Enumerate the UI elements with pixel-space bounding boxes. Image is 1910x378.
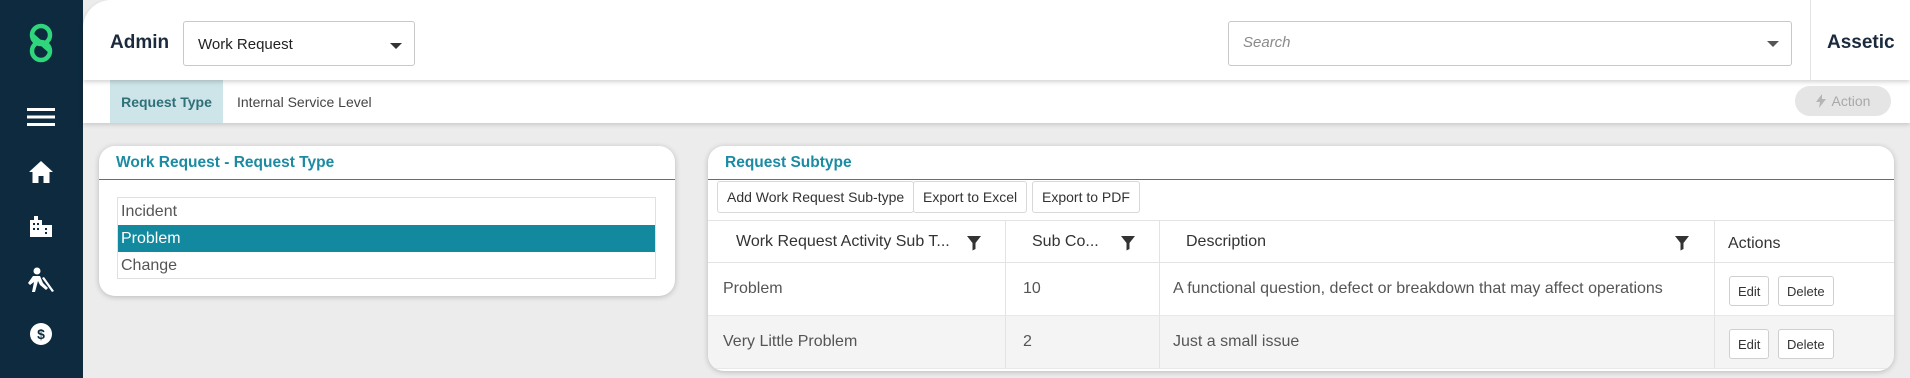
action-button[interactable]: Action bbox=[1795, 86, 1891, 116]
page-title: Admin bbox=[110, 32, 170, 53]
column-divider bbox=[1005, 221, 1006, 262]
export-pdf-button[interactable]: Export to PDF bbox=[1032, 181, 1140, 213]
filter-icon[interactable] bbox=[966, 235, 982, 251]
buildings-icon[interactable] bbox=[22, 207, 60, 245]
request-type-list: Incident Problem Change bbox=[117, 197, 656, 279]
header-divider bbox=[1810, 0, 1811, 80]
add-subtype-button[interactable]: Add Work Request Sub-type bbox=[717, 181, 915, 213]
column-divider bbox=[1714, 316, 1715, 368]
top-header: Admin Work Request Assetic bbox=[83, 0, 1910, 80]
column-divider bbox=[1005, 316, 1006, 368]
search-box[interactable] bbox=[1228, 21, 1792, 66]
lightning-icon bbox=[1815, 94, 1826, 108]
column-header-subcode[interactable]: Sub Co... bbox=[1032, 221, 1099, 262]
column-divider bbox=[1159, 316, 1160, 368]
column-header-subtype[interactable]: Work Request Activity Sub T... bbox=[736, 221, 950, 262]
assetic-logo-icon[interactable] bbox=[22, 23, 60, 63]
cell-subcode: 10 bbox=[1023, 280, 1041, 297]
action-label: Action bbox=[1831, 93, 1871, 109]
table-row[interactable]: Very Little Problem 2 Just a small issue… bbox=[708, 316, 1894, 369]
edit-button[interactable]: Edit bbox=[1729, 329, 1770, 359]
list-item-problem[interactable]: Problem bbox=[118, 225, 655, 252]
cell-subtype: Very Little Problem bbox=[723, 333, 858, 350]
delete-button[interactable]: Delete bbox=[1778, 276, 1834, 306]
panel-divider bbox=[708, 179, 1894, 180]
column-divider bbox=[1714, 263, 1715, 315]
cell-subtype: Problem bbox=[723, 280, 783, 297]
panel-title: Work Request - Request Type bbox=[116, 154, 335, 171]
column-divider bbox=[1159, 221, 1160, 262]
svg-text:$: $ bbox=[37, 326, 45, 342]
grid-header: Work Request Activity Sub T... Sub Co...… bbox=[708, 220, 1894, 263]
tab-request-type[interactable]: Request Type bbox=[110, 80, 223, 123]
request-subtype-panel: Request Subtype Add Work Request Sub-typ… bbox=[708, 146, 1894, 371]
panel-divider bbox=[99, 179, 675, 180]
request-type-panel: Work Request - Request Type Incident Pro… bbox=[99, 146, 675, 296]
panel-title: Request Subtype bbox=[725, 154, 852, 171]
filter-icon[interactable] bbox=[1120, 235, 1136, 251]
column-divider bbox=[1159, 263, 1160, 315]
cell-description: Just a small issue bbox=[1173, 333, 1300, 350]
column-divider bbox=[1714, 221, 1715, 262]
chevron-down-icon bbox=[390, 43, 402, 49]
table-row[interactable]: Problem 10 A functional question, defect… bbox=[708, 263, 1894, 316]
column-divider bbox=[1005, 263, 1006, 315]
brand-name: Assetic bbox=[1827, 32, 1895, 53]
delete-button[interactable]: Delete bbox=[1778, 329, 1834, 359]
home-icon[interactable] bbox=[22, 153, 60, 191]
worker-icon[interactable] bbox=[22, 261, 60, 299]
finance-icon[interactable]: $ bbox=[22, 315, 60, 353]
cell-subcode: 2 bbox=[1023, 333, 1032, 350]
subtype-grid: Work Request Activity Sub T... Sub Co...… bbox=[708, 220, 1894, 369]
column-header-actions: Actions bbox=[1728, 234, 1781, 252]
search-input[interactable] bbox=[1243, 34, 1743, 51]
edit-button[interactable]: Edit bbox=[1729, 276, 1770, 306]
hamburger-menu-icon[interactable] bbox=[22, 98, 60, 136]
left-nav: $ bbox=[0, 0, 83, 378]
cell-description: A functional question, defect or breakdo… bbox=[1173, 280, 1663, 297]
tab-bar: Request Type Internal Service Level Acti… bbox=[83, 80, 1910, 123]
module-select-value: Work Request bbox=[198, 36, 293, 53]
column-header-description[interactable]: Description bbox=[1186, 221, 1266, 262]
module-select[interactable]: Work Request bbox=[183, 21, 415, 66]
list-item-change[interactable]: Change bbox=[118, 252, 655, 279]
tab-internal-service-level[interactable]: Internal Service Level bbox=[237, 80, 372, 123]
filter-icon[interactable] bbox=[1674, 235, 1690, 251]
export-excel-button[interactable]: Export to Excel bbox=[913, 181, 1028, 213]
search-dropdown-icon[interactable] bbox=[1767, 41, 1779, 47]
list-item-incident[interactable]: Incident bbox=[118, 198, 655, 225]
